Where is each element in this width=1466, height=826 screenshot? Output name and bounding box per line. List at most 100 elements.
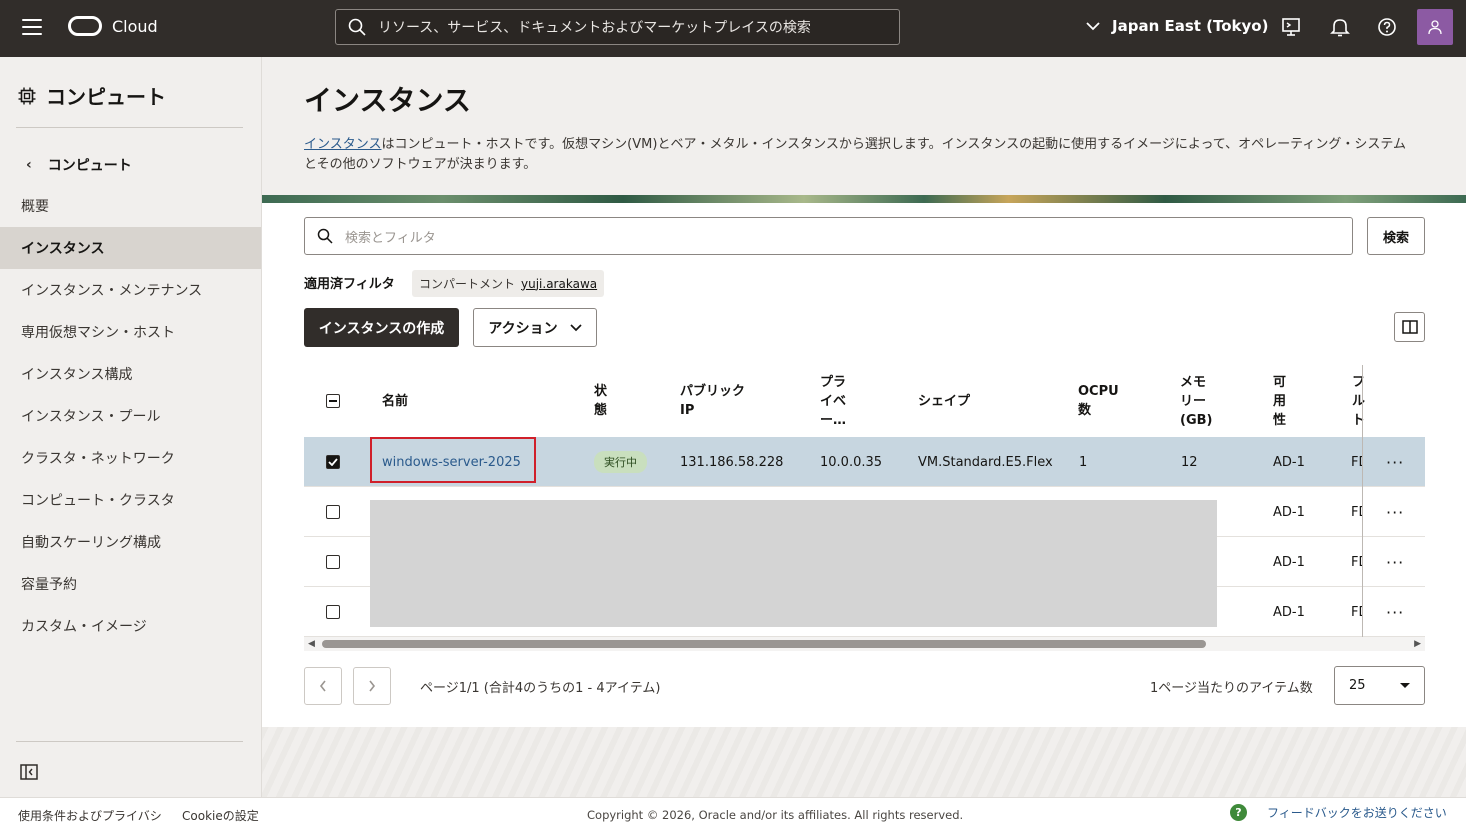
sidebar-item-dedicated-vm-hosts[interactable]: 専用仮想マシン・ホスト — [0, 311, 261, 353]
cloud-shell-icon[interactable] — [1280, 16, 1302, 38]
row-checkbox[interactable] — [326, 605, 340, 619]
search-filter-input[interactable]: 検索とフィルタ — [304, 217, 1353, 255]
table-header: 名前 状 態 パブリック IP プラ イベ ー… シェイプ OCPU 数 メモ … — [304, 365, 1425, 437]
cookie-settings-link[interactable]: Cookieの設定 — [182, 807, 259, 824]
sidebar-item-instance-pools[interactable]: インスタンス・プール — [0, 395, 261, 437]
shape-cell: VM.Standard.E5.Flex — [918, 454, 1053, 470]
search-icon — [348, 18, 366, 36]
manage-columns-button[interactable] — [1394, 312, 1425, 342]
sidebar-back-link[interactable]: ‹ コンピュート — [26, 155, 132, 175]
sidebar-divider — [16, 127, 243, 128]
memory-cell: 12 — [1181, 454, 1198, 470]
items-per-page-value: 25 — [1349, 678, 1366, 693]
col-header-fault-domain[interactable]: フ ル ト — [1352, 365, 1365, 437]
pagination-summary: ページ1/1 (合計4のうちの1 - 4アイテム) — [420, 681, 661, 696]
table-row[interactable]: windows-server-2025 実行中 131.186.58.228 1… — [304, 437, 1425, 487]
region-selector[interactable]: Japan East (Tokyo) — [1086, 17, 1268, 35]
public-ip-cell: 131.186.58.228 — [680, 454, 784, 470]
scroll-right-icon[interactable]: ▶ — [1414, 639, 1421, 649]
sidebar: コンピュート ‹ コンピュート 概要 インスタンス インスタンス・メンテナンス … — [0, 57, 262, 797]
row-actions-menu[interactable]: ··· — [1386, 487, 1404, 537]
sidebar-item-instances[interactable]: インスタンス — [0, 227, 261, 269]
col-header-memory[interactable]: メモ リー (GB) — [1180, 365, 1212, 437]
row-actions-menu[interactable]: ··· — [1386, 537, 1404, 587]
collapse-sidebar-icon[interactable] — [20, 764, 38, 780]
col-header-public-ip[interactable]: パブリック IP — [680, 365, 745, 437]
availability-domain-cell: AD-1 — [1273, 504, 1305, 520]
horizontal-scrollbar[interactable]: ◀ ▶ — [304, 637, 1425, 651]
instances-doc-link[interactable]: インスタンス — [304, 137, 381, 152]
next-page-button[interactable] — [353, 667, 391, 705]
sidebar-item-instance-maintenance[interactable]: インスタンス・メンテナンス — [0, 269, 261, 311]
availability-domain-cell: AD-1 — [1273, 454, 1305, 470]
row-checkbox-cell — [326, 437, 340, 487]
sidebar-item-overview[interactable]: 概要 — [0, 185, 261, 227]
status-badge: 実行中 — [594, 451, 647, 473]
previous-page-button[interactable] — [304, 667, 342, 705]
chip-key: コンパートメント — [419, 277, 516, 291]
col-header-shape[interactable]: シェイプ — [918, 365, 970, 437]
terms-link[interactable]: 使用条件およびプライバシ — [18, 807, 162, 824]
sidebar-item-custom-images[interactable]: カスタム・イメージ — [0, 605, 261, 647]
page-title: インスタンス — [304, 84, 471, 117]
ocpu-cell: 1 — [1079, 454, 1088, 470]
footer: 使用条件およびプライバシ Cookieの設定 Copyright © 2026,… — [0, 797, 1466, 826]
row-checkbox[interactable] — [326, 455, 340, 469]
row-checkbox[interactable] — [326, 555, 340, 569]
chevron-left-icon: ‹ — [26, 157, 32, 173]
sticky-column-divider — [1362, 365, 1363, 639]
region-label: Japan East (Tokyo) — [1112, 17, 1269, 35]
page-description-text: はコンピュート・ホストです。仮想マシン(VM)とベア・メタル・インスタンスから選… — [304, 137, 1406, 172]
col-header-ocpu[interactable]: OCPU 数 — [1078, 365, 1119, 437]
create-instance-button[interactable]: インスタンスの作成 — [304, 308, 459, 347]
row-checkbox[interactable] — [326, 505, 340, 519]
decorative-background — [262, 727, 1466, 797]
select-all-checkbox[interactable] — [326, 394, 340, 408]
global-search-input[interactable]: リソース、サービス、ドキュメントおよびマーケットプレイスの検索 — [335, 9, 900, 45]
search-filter-placeholder: 検索とフィルタ — [345, 230, 436, 246]
compartment-filter-chip[interactable]: コンパートメント yuji.arakawa — [412, 270, 605, 297]
feedback-link[interactable]: ? フィードバックをお送りください — [1230, 804, 1447, 821]
sidebar-title-label: コンピュート — [46, 85, 166, 109]
col-header-private-ip[interactable]: プラ イベ ー… — [820, 365, 846, 437]
fault-domain-cell: FD — [1351, 604, 1362, 620]
sidebar-item-compute-clusters[interactable]: コンピュート・クラスタ — [0, 479, 261, 521]
search-button[interactable]: 検索 — [1367, 217, 1425, 255]
caret-down-icon — [1400, 683, 1410, 688]
chip-value-link[interactable]: yuji.arakawa — [521, 277, 597, 291]
help-icon[interactable] — [1376, 16, 1398, 38]
chevron-left-icon — [319, 680, 326, 692]
chevron-down-icon — [1086, 21, 1100, 30]
question-icon: ? — [1230, 804, 1247, 821]
col-header-name[interactable]: 名前 — [382, 365, 408, 437]
user-avatar[interactable] — [1417, 9, 1453, 45]
sidebar-item-instance-configurations[interactable]: インスタンス構成 — [0, 353, 261, 395]
select-all-cell — [326, 365, 340, 437]
columns-icon — [1401, 320, 1418, 334]
fault-domain-cell: FD — [1351, 554, 1362, 570]
sidebar-divider-bottom — [16, 741, 243, 742]
row-actions-menu[interactable]: ··· — [1386, 587, 1404, 637]
sidebar-item-capacity-reservations[interactable]: 容量予約 — [0, 563, 261, 605]
content-panel: 検索とフィルタ 検索 適用済フィルタ コンパートメント yuji.arakawa… — [262, 203, 1466, 727]
fault-domain-cell: FD — [1351, 454, 1362, 470]
menu-icon[interactable] — [22, 19, 42, 35]
row-actions-menu[interactable]: ··· — [1386, 437, 1404, 487]
brand-label[interactable]: Cloud — [112, 17, 158, 36]
oracle-logo[interactable] — [68, 16, 102, 36]
availability-domain-cell: AD-1 — [1273, 604, 1305, 620]
col-header-state[interactable]: 状 態 — [594, 365, 607, 437]
page-description: インスタンスはコンピュート・ホストです。仮想マシン(VM)とベア・メタル・インス… — [304, 135, 1414, 175]
sidebar-item-autoscaling[interactable]: 自動スケーリング構成 — [0, 521, 261, 563]
instances-table: 名前 状 態 パブリック IP プラ イベ ー… シェイプ OCPU 数 メモ … — [304, 365, 1425, 639]
sidebar-item-cluster-networks[interactable]: クラスタ・ネットワーク — [0, 437, 261, 479]
redaction-mask — [370, 500, 1217, 627]
bell-icon[interactable] — [1329, 16, 1351, 38]
items-per-page-select[interactable]: 25 — [1334, 666, 1425, 705]
scrollbar-thumb[interactable] — [322, 640, 1206, 648]
chevron-right-icon — [369, 680, 376, 692]
actions-button[interactable]: アクション — [473, 308, 597, 347]
scroll-left-icon[interactable]: ◀ — [308, 639, 315, 649]
col-header-availability-domain[interactable]: 可 用 性 — [1273, 365, 1286, 437]
chevron-down-icon — [570, 323, 582, 331]
